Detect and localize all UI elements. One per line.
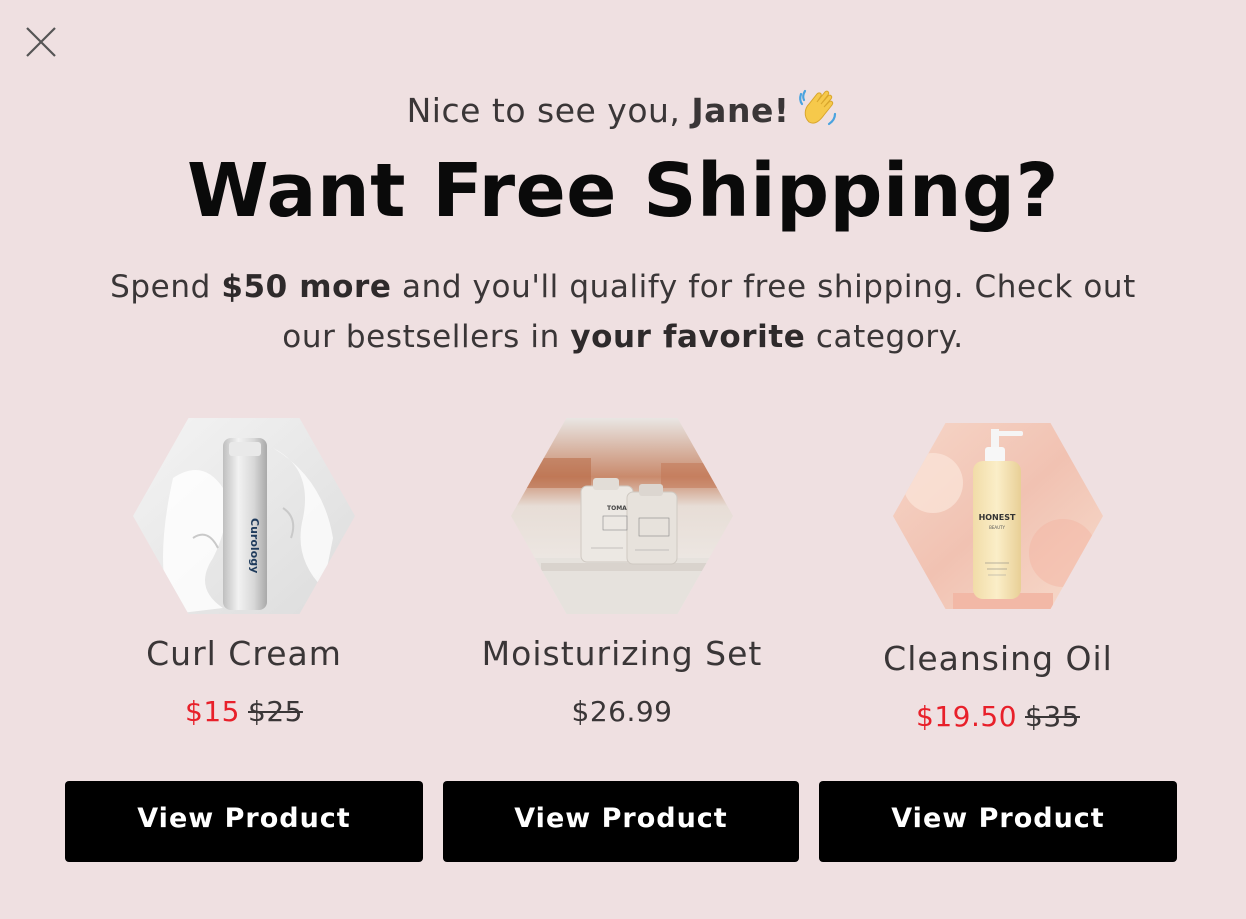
subtext-favorite: your favorite	[570, 319, 806, 355]
moisturizing-set-bottles-image[interactable]: TOMA	[511, 418, 733, 614]
greeting-text: Nice to see you, Jane!	[0, 88, 1246, 130]
product-name: Cleansing Oil	[883, 639, 1113, 678]
original-price: $25	[248, 695, 303, 728]
honest-brand-label: HONEST	[979, 513, 1016, 522]
view-product-button-cleansing-oil[interactable]: View Product	[819, 781, 1177, 862]
cleansing-oil-pump-bottle-image[interactable]: HONEST BEAUTY	[893, 423, 1103, 609]
waving-hand-icon	[797, 88, 839, 128]
price: $26.99	[571, 695, 673, 728]
curl-cream-bottle-image[interactable]: Curology	[133, 418, 355, 614]
greeting-prefix: Nice to see you,	[406, 91, 692, 130]
subtext-part1: Spend	[110, 269, 222, 305]
price-row: $26.99	[442, 692, 802, 732]
subtext-amount: $50 more	[221, 269, 392, 305]
sale-price: $15	[185, 695, 240, 728]
product-name: Curl Cream	[146, 634, 342, 673]
headline: Want Free Shipping?	[187, 148, 1059, 234]
close-icon[interactable]	[24, 25, 58, 59]
curology-brand-label: Curology	[248, 518, 261, 573]
subtext-part3: category.	[805, 319, 964, 355]
product-card-curl-cream: Curology Curl Cream $15 $25	[64, 418, 424, 732]
price-row: $15 $25	[64, 692, 424, 732]
toma-brand-label: TOMA	[607, 505, 627, 512]
product-card-moisturizing-set: TOMA Moisturizing Set $26.99	[442, 418, 802, 732]
original-price: $35	[1025, 700, 1080, 733]
product-name: Moisturizing Set	[481, 634, 763, 673]
view-product-button-moisturizing-set[interactable]: View Product	[443, 781, 799, 862]
view-product-button-curl-cream[interactable]: View Product	[65, 781, 423, 862]
subtext: Spend $50 more and you'll qualify for fr…	[80, 262, 1166, 362]
honest-brand-sublabel: BEAUTY	[989, 525, 1005, 530]
price-row: $19.50 $35	[818, 697, 1178, 737]
product-card-cleansing-oil: HONEST BEAUTY Cleansing Oil $19.50 $35	[818, 418, 1178, 737]
free-shipping-modal: Nice to see you, Jane! Want Free Shippin…	[0, 0, 1246, 919]
sale-price: $19.50	[916, 700, 1018, 733]
greeting-name: Jane!	[691, 91, 790, 130]
